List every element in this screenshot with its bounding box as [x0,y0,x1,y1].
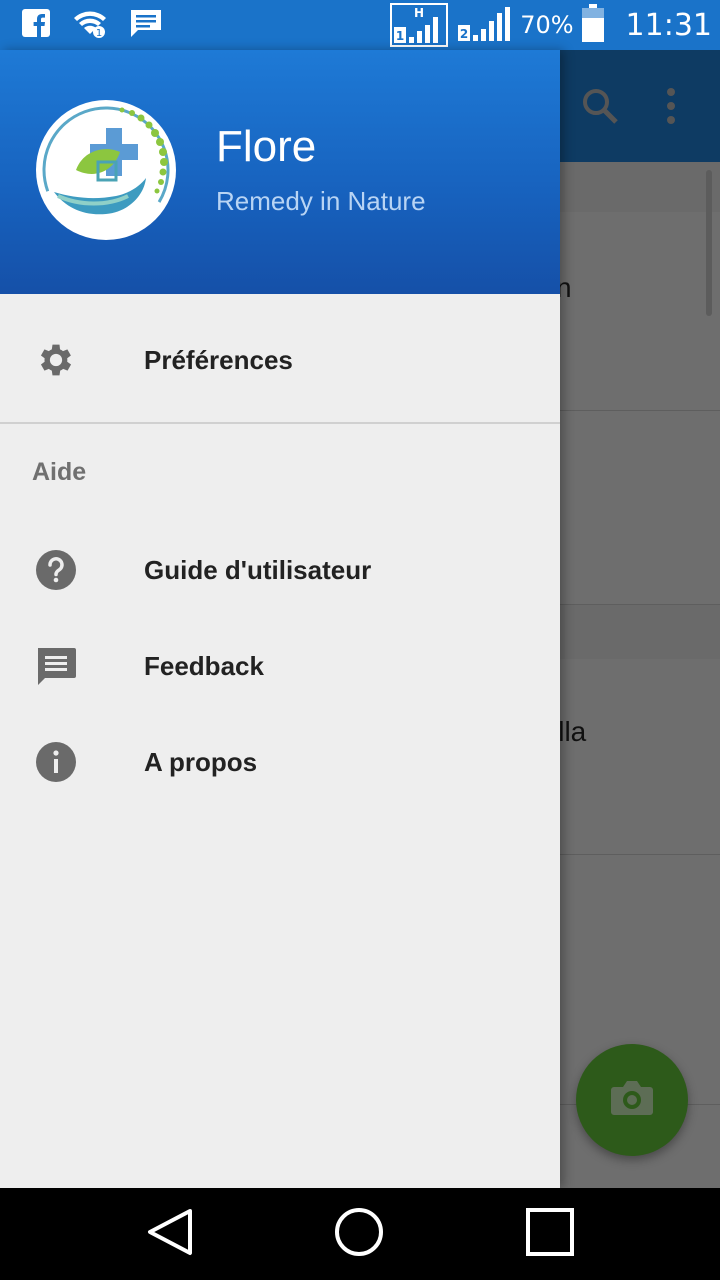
overflow-menu-icon[interactable] [664,88,678,128]
status-bar: 1 H 1 2 70% 11:31 [0,0,720,50]
background-list-header [560,162,720,212]
menu-item-user-guide[interactable]: Guide d'utilisateur [0,522,560,618]
help-circle-icon [34,548,78,592]
menu-item-label: Guide d'utilisateur [144,554,372,585]
menu-item-label: A propos [144,746,258,777]
sim1-network-text: H [414,6,424,20]
app-logo [36,100,176,240]
facebook-icon [22,9,50,41]
drawer-header: Flore Remedy in Nature [0,50,560,294]
signal-sim1-icon: H 1 [390,3,449,47]
battery-icon [581,4,604,46]
search-icon[interactable] [580,86,620,130]
menu-item-label: Feedback [144,650,264,681]
recents-button[interactable] [524,1208,576,1260]
recents-square-icon [524,1206,576,1262]
home-button[interactable] [333,1208,385,1260]
navigation-drawer: Flore Remedy in Nature Préférences Aide … [0,50,560,1188]
svg-text:1: 1 [96,28,102,38]
background-row-divider [560,410,720,411]
svg-text:2: 2 [460,27,468,41]
system-nav-bar [0,1188,720,1280]
wifi-icon: 1 [72,8,108,42]
background-row-divider [560,854,720,855]
gear-icon [34,338,78,382]
menu-item-label: Préférences [144,344,293,375]
menu-item-about[interactable]: A propos [0,714,560,810]
background-section-header [560,605,720,659]
app-tagline: Remedy in Nature [216,186,426,216]
battery-percent: 70% [520,11,574,39]
drawer-divider [0,422,560,424]
clock: 11:31 [625,7,712,43]
background-scrollbar [706,170,712,316]
back-triangle-icon [146,1207,194,1261]
menu-item-preferences[interactable]: Préférences [0,312,560,408]
info-icon [34,740,78,784]
section-title-help: Aide [32,458,87,486]
camera-icon [610,1079,654,1121]
app-name: Flore [216,122,317,171]
camera-fab-button[interactable] [576,1044,688,1156]
message-icon [130,8,162,42]
feedback-icon [34,644,78,688]
back-button[interactable] [144,1208,196,1260]
signal-sim2-icon: 2 [456,3,512,47]
menu-item-feedback[interactable]: Feedback [0,618,560,714]
svg-text:1: 1 [396,29,404,43]
home-circle-icon [333,1206,385,1262]
